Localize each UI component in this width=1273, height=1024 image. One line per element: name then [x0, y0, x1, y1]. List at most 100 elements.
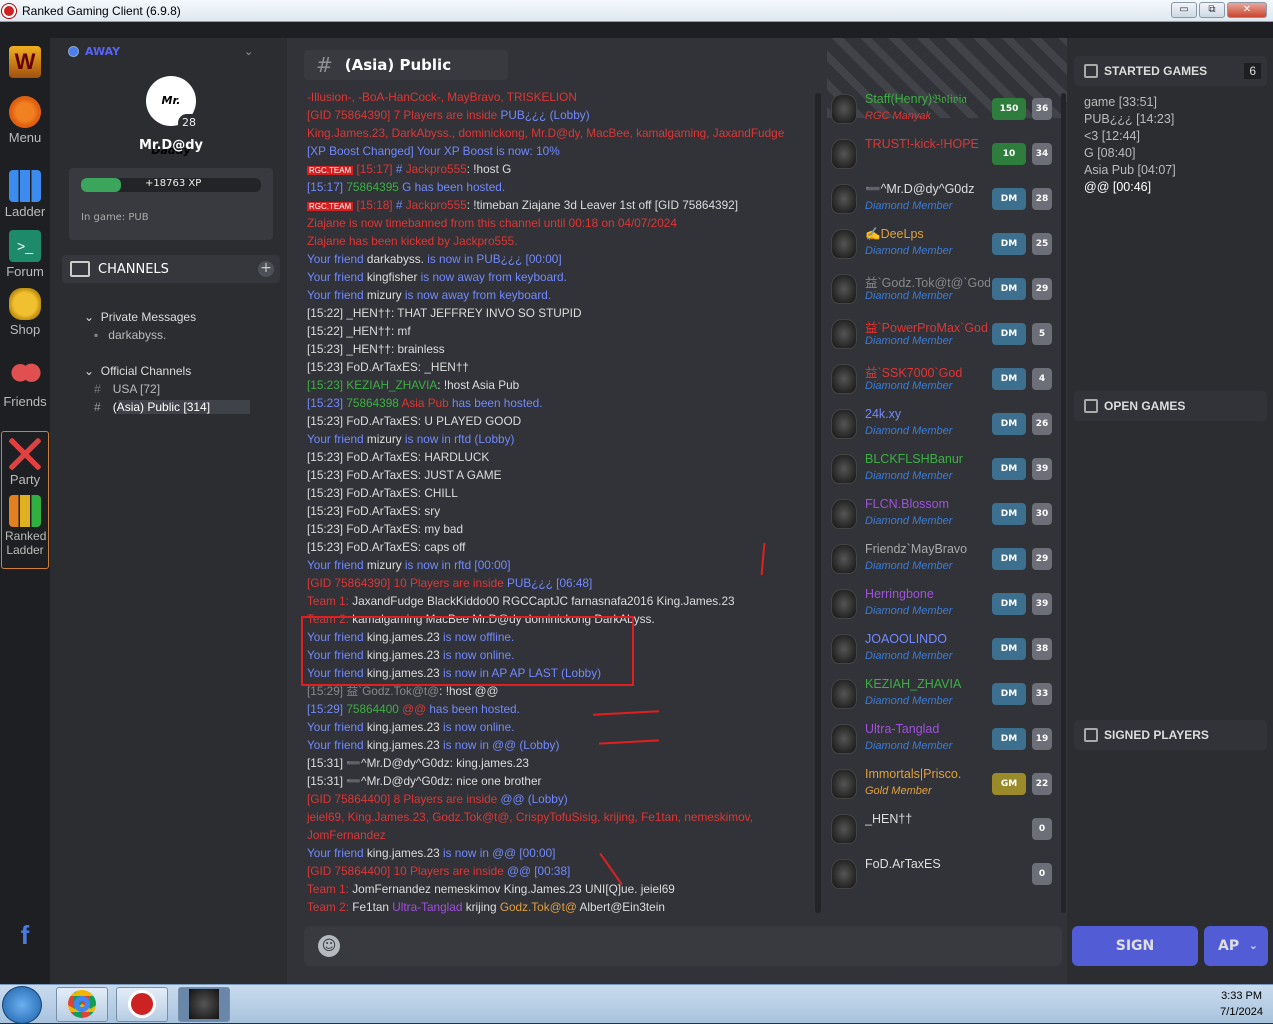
member-row[interactable]: Ultra-Tanglad Diamond Member DM 19 [827, 718, 1057, 762]
chat-message: Your friend darkabyss. is now in PUB¿¿¿ … [307, 250, 812, 268]
rgc-taskbar-icon[interactable] [116, 987, 168, 1022]
channels-header[interactable]: CHANNELS + [62, 255, 280, 283]
message-segment: krijing [462, 900, 500, 914]
chat-message: [15:23] FoD.ArTaxES: _HEN†† [307, 358, 812, 376]
message-segment: Albert@Ein3tein [576, 900, 665, 914]
member-rank-badge: DM [992, 413, 1026, 435]
message-segment: [GID 75864390] 7 [307, 108, 404, 122]
sign-button[interactable]: SIGN [1072, 926, 1198, 966]
member-avatar [831, 139, 857, 169]
warcraft-taskbar-icon[interactable] [178, 987, 230, 1022]
message-segment: jeiel69, King.James.23, Godz.Tok@t@, Cri… [307, 810, 753, 824]
game-item[interactable]: Asia Pub [04:07] [1084, 162, 1176, 179]
message-segment: [GID 75864390] 10 [307, 576, 410, 590]
member-row[interactable]: JOAOOLINDO Diamond Member DM 38 [827, 628, 1057, 672]
ap-dropdown[interactable]: AP ⌄ [1204, 926, 1268, 966]
member-avatar [831, 859, 857, 889]
game-item[interactable]: game [33:51] [1084, 94, 1176, 111]
member-rank-badge: GM [992, 773, 1026, 795]
emoji-icon[interactable]: ☺ [318, 935, 340, 957]
private-messages-group[interactable]: ⌄ Private Messages [84, 310, 196, 324]
nav-shop[interactable]: Shop [0, 288, 50, 337]
member-row[interactable]: 24k.xy Diamond Member DM 26 [827, 403, 1057, 447]
member-row[interactable]: FoD.ArTaxES 0 [827, 853, 1057, 897]
facebook-icon[interactable]: f [0, 920, 50, 951]
maximize-button[interactable]: ⧉ [1199, 2, 1225, 18]
official-channels-group[interactable]: ⌄ Official Channels [84, 364, 191, 378]
nav-menu[interactable]: Menu [0, 96, 50, 145]
member-row[interactable]: ➖^Mr.D@dy^G0dz Diamond Member DM 28 [827, 178, 1057, 222]
message-segment: [15:23] FoD.ArTaxES: U PLAYED GOOD [307, 414, 522, 428]
message-list[interactable]: -Illusion-, -BoA-HanCock-, MayBravo, TRI… [307, 88, 812, 960]
status-dropdown[interactable]: AWAY ⌄ [68, 45, 253, 58]
start-button[interactable] [2, 986, 42, 1024]
message-segment: has been hosted. [426, 702, 520, 716]
message-segment: [15:23] FoD.ArTaxES: HARDLUCK [307, 450, 490, 464]
member-list[interactable]: Staff(Henry)𝔅𝔬𝔩𝔦𝔳𝔦𝔞 RGC Manyak 150 36 TRUST!… [827, 88, 1067, 958]
title-bar: Ranked Gaming Client (6.9.8) ▭ ⧉ ✕ [0, 0, 1273, 22]
channel-header: # (Asia) Public [304, 50, 508, 80]
channel-asia-public[interactable]: # (Asia) Public [314] [94, 400, 250, 414]
member-scrollbar[interactable] [1061, 93, 1066, 913]
member-role: Diamond Member [865, 380, 953, 392]
chrome-taskbar-icon[interactable] [56, 987, 108, 1022]
left-nav: W Menu Ladder >_ Forum Shop Friends Part… [0, 38, 50, 984]
system-clock[interactable]: 3:33 PM 7/1/2024 [1220, 988, 1263, 1020]
member-name: _HEN†† [865, 812, 913, 826]
game-item[interactable]: G [08:40] [1084, 145, 1176, 162]
member-row[interactable]: _HEN†† 0 [827, 808, 1057, 852]
member-level-badge: 5 [1032, 323, 1052, 345]
chat-message: Your friend king.james.23 is now in @@ [… [307, 844, 812, 862]
channel-usa-label: USA [72] [112, 382, 161, 396]
member-row[interactable]: Friendz`MayBravo Diamond Member DM 29 [827, 538, 1057, 582]
pm-item-label: darkabyss. [108, 328, 167, 342]
member-name: Immortals|Prisco. [865, 767, 962, 781]
add-channel-button[interactable]: + [258, 261, 274, 277]
member-role: Diamond Member [865, 605, 953, 617]
message-segment: Jackpro555 [405, 162, 467, 176]
message-scrollbar[interactable] [815, 93, 821, 913]
message-segment: is now in @@ [00:00] [439, 846, 556, 860]
member-row[interactable]: Immortals|Prisco. Gold Member GM 22 [827, 763, 1057, 807]
nav-forum[interactable]: >_ Forum [0, 230, 50, 279]
nav-friends[interactable]: Friends [0, 360, 50, 409]
member-role: Diamond Member [865, 560, 953, 572]
nav-ranked-ladder[interactable]: Ranked Ladder [2, 495, 48, 557]
member-row[interactable]: 益`SSK7000`God Diamond Member DM 4 [827, 358, 1057, 402]
member-row[interactable]: Staff(Henry)𝔅𝔬𝔩𝔦𝔳𝔦𝔞 RGC Manyak 150 36 [827, 88, 1057, 132]
nav-home[interactable]: W [0, 46, 50, 80]
member-rank-badge: 150 [992, 98, 1026, 120]
nav-party[interactable]: Party [2, 438, 48, 487]
close-button[interactable]: ✕ [1227, 2, 1267, 18]
member-level-badge: 0 [1032, 863, 1052, 885]
status-label: AWAY [85, 45, 121, 58]
game-item[interactable]: PUB¿¿¿ [14:23] [1084, 111, 1176, 128]
nav-ladder[interactable]: Ladder [0, 170, 50, 219]
member-row[interactable]: KEZIAH_ZHAVIA Diamond Member DM 33 [827, 673, 1057, 717]
pm-item-darkabyss[interactable]: ▪ darkabyss. [94, 328, 166, 342]
chevron-down-icon: ⌄ [244, 45, 254, 58]
member-name: Herringbone [865, 587, 934, 601]
member-row[interactable]: BLCKFLSHBanur Diamond Member DM 39 [827, 448, 1057, 492]
message-segment: PUB¿¿¿ [06:48] [507, 576, 593, 590]
chat-message: [15:23] 75864398 Asia Pub has been hoste… [307, 394, 812, 412]
channel-usa[interactable]: # USA [72] [94, 382, 160, 396]
member-row[interactable]: 益`PowerProMax`God Diamond Member DM 5 [827, 313, 1057, 357]
message-input[interactable]: ☺ [304, 926, 1062, 966]
message-segment: # [395, 162, 406, 176]
member-row[interactable]: FLCN.Blossom Diamond Member DM 30 [827, 493, 1057, 537]
minimize-button[interactable]: ▭ [1171, 2, 1197, 18]
member-row[interactable]: 益`Godz.Tok@t@`God Diamond Member DM 29 [827, 268, 1057, 312]
terminal-icon: >_ [9, 230, 41, 262]
coins-icon [9, 288, 41, 320]
member-name: Staff(Henry)𝔅𝔬𝔩𝔦𝔳𝔦𝔞 [865, 92, 967, 106]
game-item[interactable]: <3 [12:44] [1084, 128, 1176, 145]
nav-menu-label: Menu [8, 130, 42, 145]
member-row[interactable]: Herringbone Diamond Member DM 39 [827, 583, 1057, 627]
member-row[interactable]: TRUST!-kick-!HOPE 10 34 [827, 133, 1057, 177]
game-item[interactable]: @@ [00:46] [1084, 179, 1176, 196]
message-segment: is now in rftd [00:00] [401, 558, 511, 572]
member-row[interactable]: ✍DeeLps Diamond Member DM 25 [827, 223, 1057, 267]
message-segment: [15:17] [353, 162, 396, 176]
member-rank-badge: DM [992, 503, 1026, 525]
